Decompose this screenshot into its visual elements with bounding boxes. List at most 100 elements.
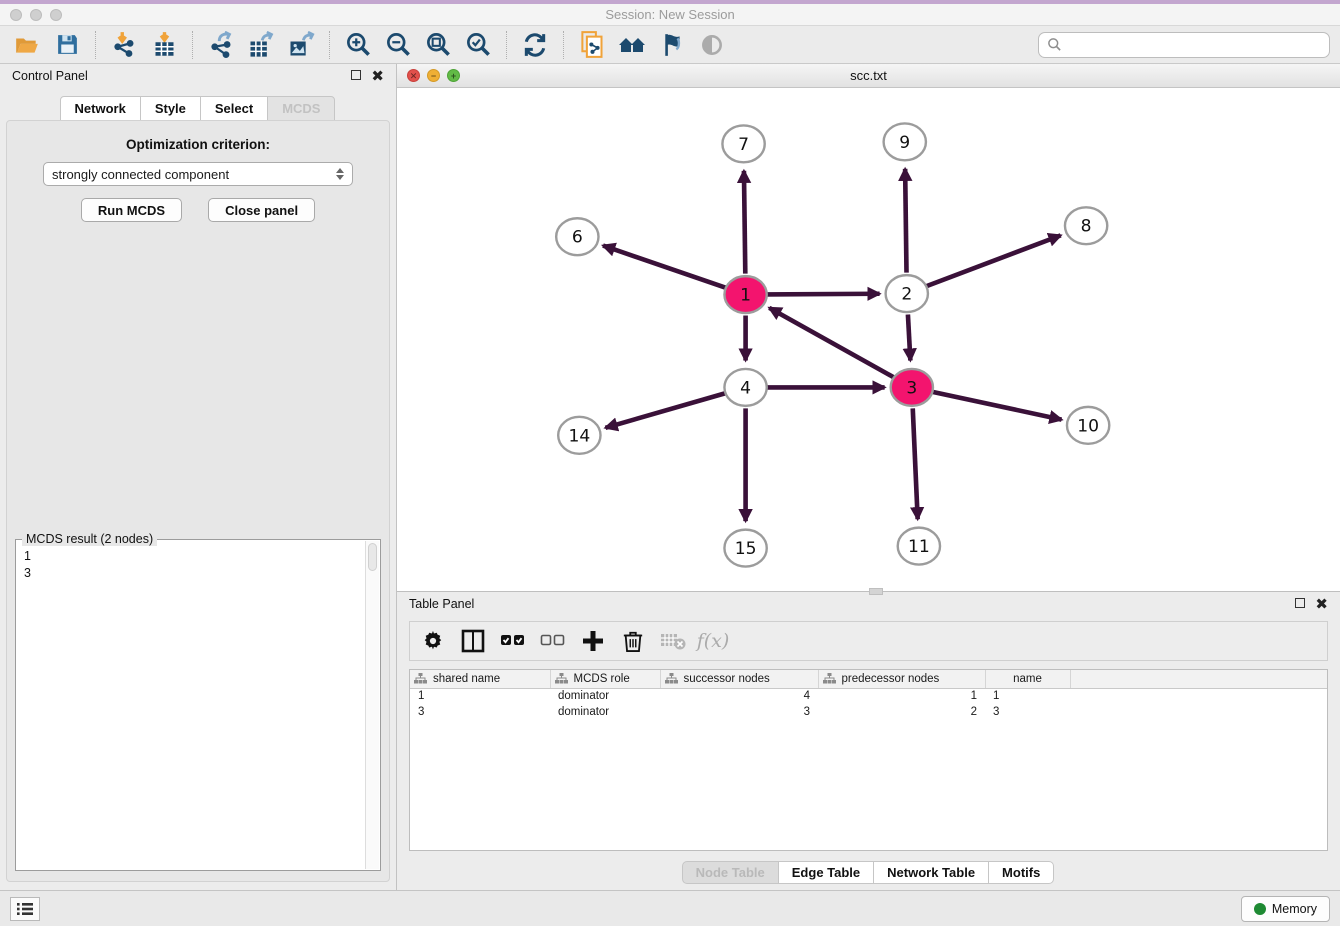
node-14[interactable]: 14 (558, 417, 600, 454)
list-icon (17, 902, 33, 916)
mcds-panel: Optimization criterion: strongly connect… (6, 120, 390, 882)
open-session-icon[interactable] (10, 30, 44, 60)
select-stepper-icon (336, 168, 344, 180)
table-row[interactable]: 1dominator411 (410, 688, 1327, 704)
memory-status-icon (1254, 903, 1266, 915)
svg-text:6: 6 (572, 228, 583, 248)
node-6[interactable]: 6 (556, 218, 598, 255)
import-network-icon[interactable] (107, 30, 141, 60)
mcds-result-group: MCDS result (2 nodes) 1 3 (15, 539, 381, 871)
edge-1-2[interactable] (767, 294, 880, 295)
deselect-all-icon[interactable] (540, 628, 566, 654)
table-row[interactable]: 3dominator323 (410, 704, 1327, 720)
edge-3-1[interactable] (769, 308, 893, 377)
edge-1-6[interactable] (603, 246, 726, 288)
memory-button[interactable]: Memory (1241, 896, 1330, 922)
node-8[interactable]: 8 (1065, 207, 1107, 244)
control-tab-style[interactable]: Style (140, 96, 201, 121)
table-options-icon[interactable] (420, 628, 446, 654)
edge-2-8[interactable] (927, 235, 1061, 286)
mcds-result-title: MCDS result (2 nodes) (22, 532, 157, 546)
control-panel: Control Panel ✖ NetworkStyleSelectMCDS O… (0, 64, 397, 890)
network-canvas[interactable]: 7 9 6 8 1 2 4 3 14 10 15 11 (397, 88, 1340, 591)
float-table-panel-icon[interactable] (1295, 598, 1305, 610)
node-3[interactable]: 3 (891, 369, 933, 406)
edge-2-9[interactable] (905, 169, 906, 273)
edge-1-7[interactable] (744, 171, 745, 274)
toolbar-separator (95, 31, 96, 59)
edge-2-3[interactable] (908, 315, 910, 361)
hide-selected-icon[interactable] (655, 30, 689, 60)
first-neighbors-icon[interactable] (615, 30, 649, 60)
network-window-traffic-lights[interactable]: ✕ − + (407, 69, 460, 82)
save-session-icon[interactable] (50, 30, 84, 60)
edge-3-11[interactable] (913, 408, 918, 519)
task-history-button[interactable] (10, 897, 40, 921)
toolbar-separator (506, 31, 507, 59)
network-minimize-button[interactable]: − (427, 69, 440, 82)
control-panel-title: Control Panel (12, 69, 88, 83)
show-columns-icon[interactable] (460, 628, 486, 654)
delete-table-icon[interactable] (660, 628, 686, 654)
column-header-shared-name[interactable]: shared name (410, 670, 550, 688)
edge-3-10[interactable] (932, 392, 1061, 420)
edge-4-14[interactable] (605, 393, 725, 428)
mcds-result-text[interactable]: 1 3 (24, 548, 364, 868)
close-panel-button[interactable]: Close panel (208, 198, 315, 222)
export-network-icon[interactable] (204, 30, 238, 60)
node-7[interactable]: 7 (722, 125, 764, 162)
node-table: shared nameMCDS rolesuccessor nodesprede… (409, 669, 1328, 851)
network-close-button[interactable]: ✕ (407, 69, 420, 82)
column-header-successor-nodes[interactable]: successor nodes (660, 670, 818, 688)
node-2[interactable]: 2 (886, 275, 928, 312)
zoom-out-icon[interactable] (381, 30, 415, 60)
toolbar-separator (192, 31, 193, 59)
control-tab-mcds[interactable]: MCDS (267, 96, 335, 121)
export-table-icon[interactable] (244, 30, 278, 60)
float-panel-icon[interactable] (351, 70, 361, 82)
control-tab-select[interactable]: Select (200, 96, 268, 121)
node-11[interactable]: 11 (898, 528, 940, 565)
control-panel-tabs: NetworkStyleSelectMCDS (0, 96, 396, 121)
network-window-titlebar[interactable]: scc.txt ✕ − + (397, 64, 1340, 88)
zoom-in-icon[interactable] (341, 30, 375, 60)
network-maximize-button[interactable]: + (447, 69, 460, 82)
window-titlebar: Session: New Session (0, 0, 1340, 26)
zoom-fit-icon[interactable] (421, 30, 455, 60)
tab-node-table[interactable]: Node Table (682, 861, 779, 884)
node-1[interactable]: 1 (724, 276, 766, 313)
tab-network-table[interactable]: Network Table (873, 861, 989, 884)
run-mcds-button[interactable]: Run MCDS (81, 198, 182, 222)
zoom-selected-icon[interactable] (461, 30, 495, 60)
node-4[interactable]: 4 (724, 369, 766, 406)
toolbar-separator (329, 31, 330, 59)
close-table-panel-icon[interactable]: ✖ (1315, 597, 1328, 612)
search-field[interactable] (1038, 32, 1330, 58)
node-10[interactable]: 10 (1067, 407, 1109, 444)
show-all-icon[interactable] (695, 30, 729, 60)
apply-layout-icon[interactable] (518, 30, 552, 60)
export-image-icon[interactable] (284, 30, 318, 60)
delete-row-icon[interactable] (620, 628, 646, 654)
horizontal-splitter-grip[interactable] (869, 588, 883, 595)
close-panel-icon[interactable]: ✖ (371, 69, 384, 84)
import-table-icon[interactable] (147, 30, 181, 60)
search-input[interactable] (1068, 37, 1321, 52)
column-header-MCDS-role[interactable]: MCDS role (550, 670, 660, 688)
column-header-name[interactable]: name (985, 670, 1070, 688)
apply-function-icon[interactable]: f(x) (700, 628, 726, 654)
select-all-icon[interactable] (500, 628, 526, 654)
window-title: Session: New Session (0, 7, 1340, 22)
node-15[interactable]: 15 (724, 530, 766, 567)
column-header-predecessor-nodes[interactable]: predecessor nodes (818, 670, 985, 688)
clone-network-icon[interactable] (575, 30, 609, 60)
node-9[interactable]: 9 (884, 123, 926, 160)
tab-edge-table[interactable]: Edge Table (778, 861, 874, 884)
status-bar: Memory (0, 890, 1340, 926)
result-scrollbar[interactable] (365, 541, 379, 869)
criterion-select[interactable]: strongly connected component (43, 162, 353, 186)
control-tab-network[interactable]: Network (60, 96, 141, 121)
add-row-icon[interactable] (580, 628, 606, 654)
tab-motifs[interactable]: Motifs (988, 861, 1054, 884)
svg-text:8: 8 (1081, 217, 1092, 237)
